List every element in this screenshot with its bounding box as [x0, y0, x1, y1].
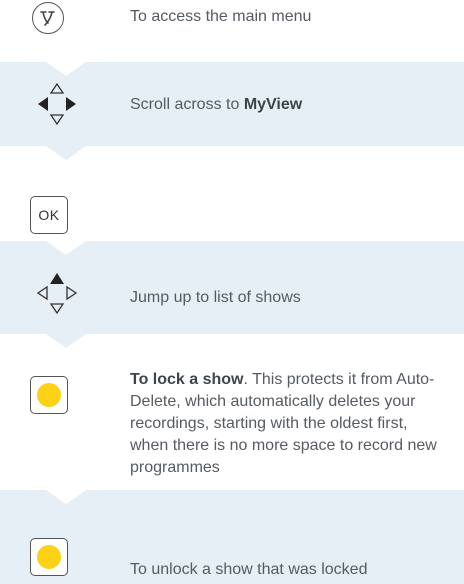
step-2-row: Scroll across to MyView [0, 62, 464, 146]
step-1-row: To access the main menu [0, 0, 464, 62]
instructions-page: To access the main menu Scroll across to… [0, 0, 464, 584]
step-5-text: To lock a show. This protects it from Au… [130, 371, 437, 476]
dpad-left-right-icon [36, 82, 78, 131]
row-arrow [46, 241, 86, 255]
yellow-button-icon [30, 538, 68, 576]
step-6-text: To unlock a show that was locked [130, 561, 368, 578]
row-arrow [46, 490, 86, 504]
row-arrow [46, 146, 86, 160]
dpad-up-icon [36, 271, 78, 320]
row-arrow [46, 62, 86, 76]
step-4-text: Jump up to list of shows [130, 289, 301, 306]
myview-label: MyView [243, 96, 303, 113]
step-5-row: To lock a show. This protects it from Au… [0, 334, 464, 490]
step-2-text: Scroll across to MyView [130, 96, 303, 113]
menu-button-icon [32, 2, 64, 34]
row-arrow [46, 334, 86, 348]
step-3-row: OK [0, 146, 464, 241]
step-6-row: To unlock a show that was locked [0, 490, 464, 584]
step-1-text: To access the main menu [130, 8, 312, 25]
yellow-dot [37, 383, 61, 407]
yellow-dot [37, 545, 61, 569]
ok-button-icon: OK [30, 196, 68, 234]
step-4-row: Jump up to list of shows [0, 241, 464, 334]
yellow-button-icon [30, 376, 68, 414]
